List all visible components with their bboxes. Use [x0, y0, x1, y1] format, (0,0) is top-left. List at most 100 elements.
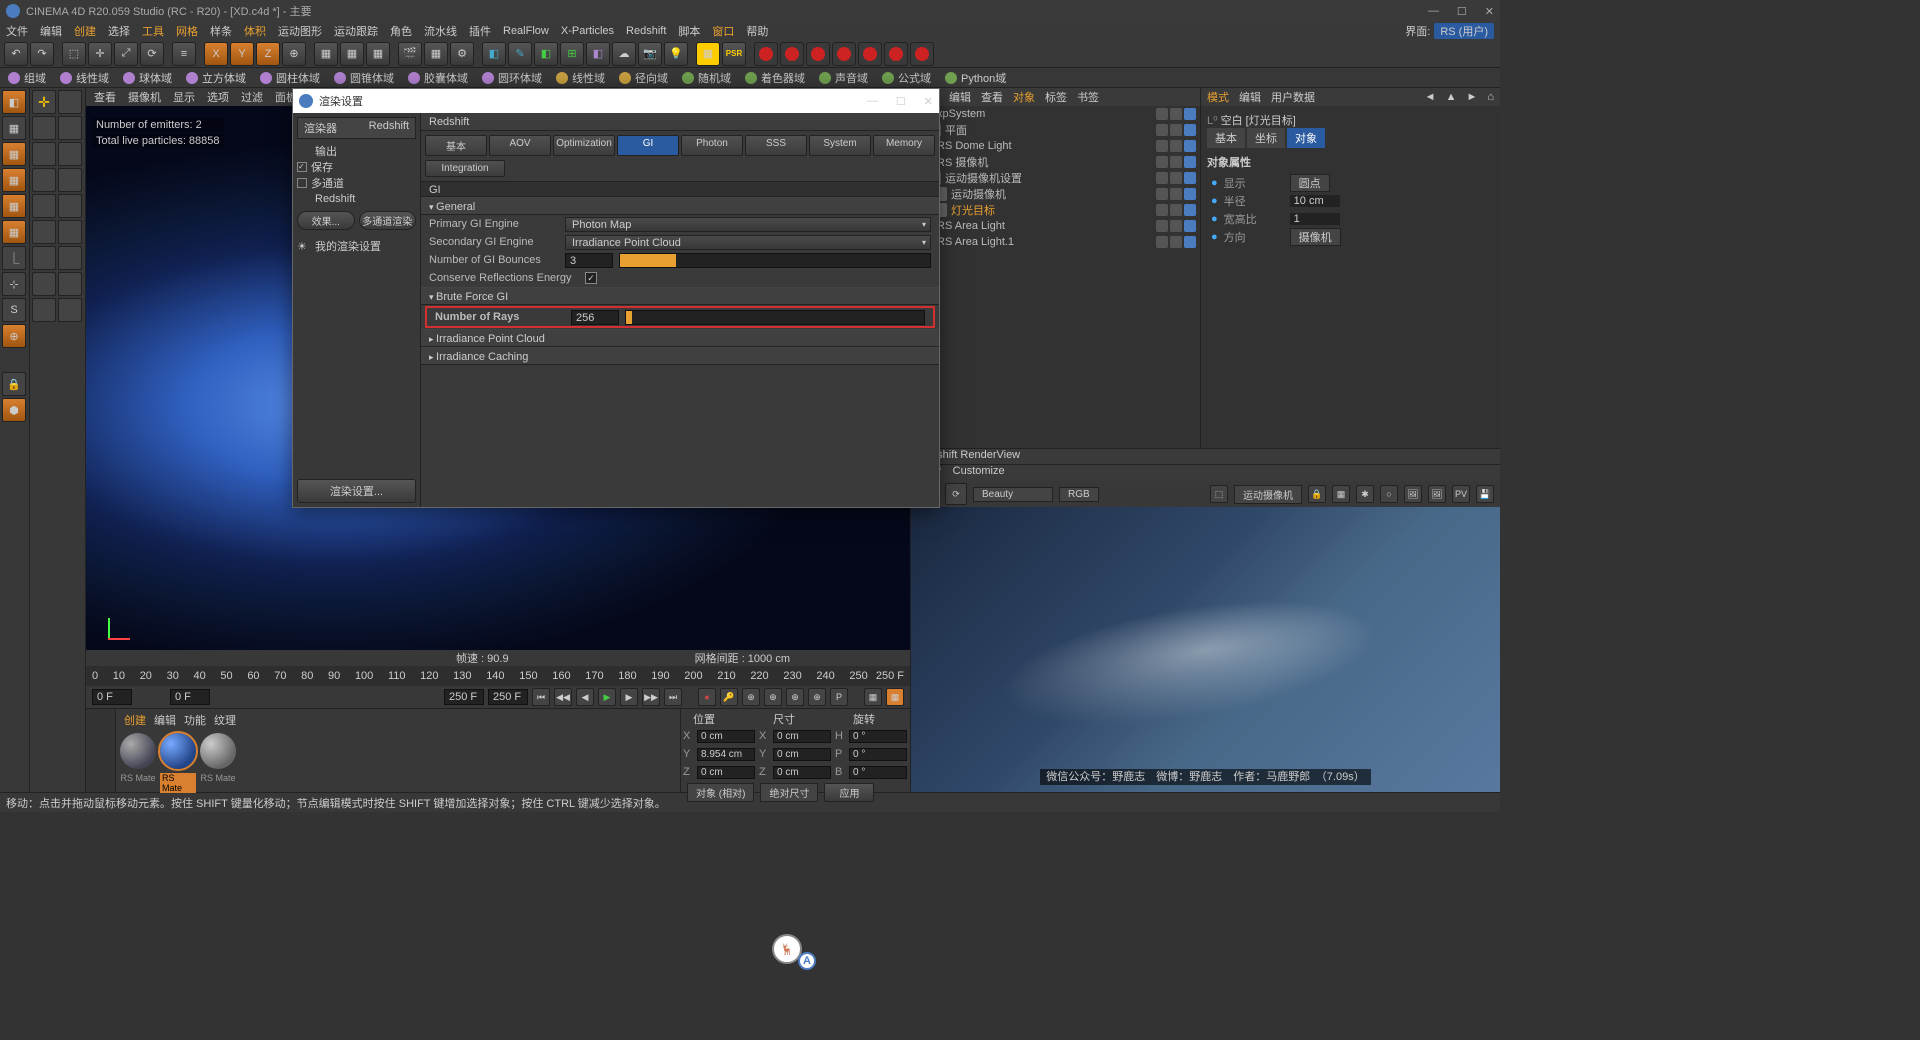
y-lock-button[interactable]: Y — [230, 42, 254, 66]
visibility-tag-icon[interactable] — [1156, 156, 1168, 168]
ipc-section-header[interactable]: Irradiance Point Cloud — [421, 329, 939, 347]
field-button[interactable]: 线性域 — [60, 70, 109, 86]
object-row[interactable]: RS Area Light — [911, 218, 1200, 234]
camera-button[interactable]: 📷 — [638, 42, 662, 66]
coord-system-button[interactable]: ⊕ — [282, 42, 306, 66]
visibility-tag-icon[interactable] — [1156, 188, 1168, 200]
field-button[interactable]: 圆锥体域 — [334, 70, 394, 86]
key-r-button[interactable]: ⊕ — [786, 688, 804, 706]
mat-tab[interactable]: 创建 — [124, 712, 146, 724]
modeling-mode-icon[interactable]: ◧ — [2, 90, 26, 114]
size-input[interactable]: 0 cm — [773, 766, 831, 779]
pos-input[interactable]: 0 cm — [697, 766, 755, 779]
dialog-maximize-button[interactable]: ☐ — [896, 95, 906, 108]
rs-button-1[interactable] — [754, 42, 778, 66]
poly-mode-icon[interactable]: ▦ — [2, 220, 26, 244]
goto-start-button[interactable]: ⏮ — [532, 688, 550, 706]
render-settings-button[interactable]: ▦ — [366, 42, 390, 66]
rs-tab-photon[interactable]: Photon — [681, 135, 743, 156]
layout2-button[interactable]: ▦ — [886, 688, 904, 706]
menu-item[interactable]: 脚本 — [678, 23, 700, 39]
object-tag-icon[interactable] — [1184, 124, 1196, 136]
mat-tab[interactable]: 功能 — [184, 712, 206, 724]
z-lock-button[interactable]: Z — [256, 42, 280, 66]
uv-mode-icon[interactable]: ⎿ — [2, 246, 26, 270]
attr-tab[interactable]: 用户数据 — [1271, 89, 1315, 105]
light-button[interactable]: 💡 — [664, 42, 688, 66]
conserve-energy-checkbox[interactable] — [585, 272, 597, 284]
magnet-icon[interactable]: ⬢ — [2, 398, 26, 422]
vp-menu-item[interactable]: 选项 — [207, 89, 229, 105]
attr-value[interactable]: 摄像机 — [1290, 228, 1341, 246]
dialog-close-button[interactable]: ✕ — [924, 95, 933, 108]
rv-refresh-button[interactable]: ⟳ — [945, 483, 967, 505]
record-button[interactable]: 🎬 — [398, 42, 422, 66]
field-button[interactable]: 胶囊体域 — [408, 70, 468, 86]
secondary-gi-dropdown[interactable]: Irradiance Point Cloud — [565, 235, 931, 250]
vp-menu-item[interactable]: 过滤 — [241, 89, 263, 105]
multipass-button[interactable]: 多通道渲染 — [359, 211, 417, 230]
rs-tab-opt[interactable]: Optimization — [553, 135, 615, 156]
object-tag-icon[interactable] — [1184, 172, 1196, 184]
rv-menu-item[interactable]: Customize — [953, 465, 1005, 481]
layout-button[interactable]: ▦ — [864, 688, 882, 706]
dialog-minimize-button[interactable]: — — [867, 95, 878, 108]
render-tag-icon[interactable] — [1170, 156, 1182, 168]
render-tag-icon[interactable] — [1170, 108, 1182, 120]
rv-pv-button[interactable]: PV — [1452, 485, 1470, 503]
rays-input[interactable]: 256 — [571, 310, 619, 325]
minimize-button[interactable]: — — [1428, 5, 1439, 18]
rv-grid-button[interactable]: ▦ — [1332, 485, 1350, 503]
key-param-button[interactable]: P — [830, 688, 848, 706]
render-view-button[interactable]: ▦ — [314, 42, 338, 66]
tool-icon[interactable] — [32, 246, 56, 270]
field-button[interactable]: 球体域 — [123, 70, 172, 86]
visibility-tag-icon[interactable] — [1156, 172, 1168, 184]
menu-item[interactable]: 选择 — [108, 23, 130, 39]
env-button[interactable]: ☁ — [612, 42, 636, 66]
history-button[interactable]: ≡ — [172, 42, 196, 66]
layout-dropdown[interactable]: RS (用户) — [1434, 23, 1494, 39]
record-key-button[interactable]: ● — [698, 688, 716, 706]
goto-end-button[interactable]: ⏭ — [664, 688, 682, 706]
attr-value[interactable]: 10 cm — [1290, 195, 1340, 207]
coord-mode-dropdown[interactable]: 对象 (相对) — [687, 783, 754, 802]
brute-force-header[interactable]: Brute Force GI — [421, 287, 939, 305]
timeline-ruler[interactable]: 0102030405060708090100110120130140150160… — [86, 666, 910, 686]
render-settings-button[interactable]: 渲染设置... — [297, 479, 416, 503]
rv-circle-button[interactable]: ○ — [1380, 485, 1398, 503]
field-button[interactable]: 立方体域 — [186, 70, 246, 86]
visibility-tag-icon[interactable] — [1156, 140, 1168, 152]
axis-mode-icon[interactable]: ⊹ — [2, 272, 26, 296]
rv-lock-button[interactable]: 🔒 — [1308, 485, 1326, 503]
attr-value[interactable]: 圆点 — [1290, 174, 1330, 192]
gi-bounces-input[interactable]: 3 — [565, 253, 613, 268]
multipass-item[interactable]: 多通道 — [293, 175, 420, 191]
next-frame-button[interactable]: ▶ — [620, 688, 638, 706]
snap-mode-icon[interactable]: ⊕ — [2, 324, 26, 348]
texture-mode-icon[interactable]: ▦ — [2, 116, 26, 140]
xp-button[interactable]: ▦ — [696, 42, 720, 66]
menu-item[interactable]: 帮助 — [746, 23, 768, 39]
rv-camera-dropdown[interactable]: 运动摄像机 — [1234, 485, 1302, 504]
tool-icon[interactable] — [58, 298, 82, 322]
render-tag-icon[interactable] — [1170, 204, 1182, 216]
vp-menu-item[interactable]: 摄像机 — [128, 89, 161, 105]
move-button[interactable]: ✛ — [88, 42, 112, 66]
rv-pass-dropdown[interactable]: Beauty — [973, 487, 1053, 502]
primitive-button[interactable]: ◧ — [482, 42, 506, 66]
size-mode-dropdown[interactable]: 绝对尺寸 — [760, 783, 818, 802]
field-button[interactable]: 公式域 — [882, 70, 931, 86]
field-button[interactable]: 随机域 — [682, 70, 731, 86]
rv-region-button[interactable]: ⬚ — [1210, 485, 1228, 503]
object-tag-icon[interactable] — [1184, 188, 1196, 200]
visibility-tag-icon[interactable] — [1156, 204, 1168, 216]
gear-button[interactable]: ⚙ — [450, 42, 474, 66]
menu-item[interactable]: RealFlow — [503, 25, 549, 37]
render-tag-icon[interactable] — [1170, 188, 1182, 200]
field-button[interactable]: 圆环体域 — [482, 70, 542, 86]
pos-input[interactable]: 0 cm — [697, 730, 755, 743]
deformer-button[interactable]: ◧ — [586, 42, 610, 66]
render-tag-icon[interactable] — [1170, 236, 1182, 248]
om-tab[interactable]: 编辑 — [949, 89, 971, 105]
